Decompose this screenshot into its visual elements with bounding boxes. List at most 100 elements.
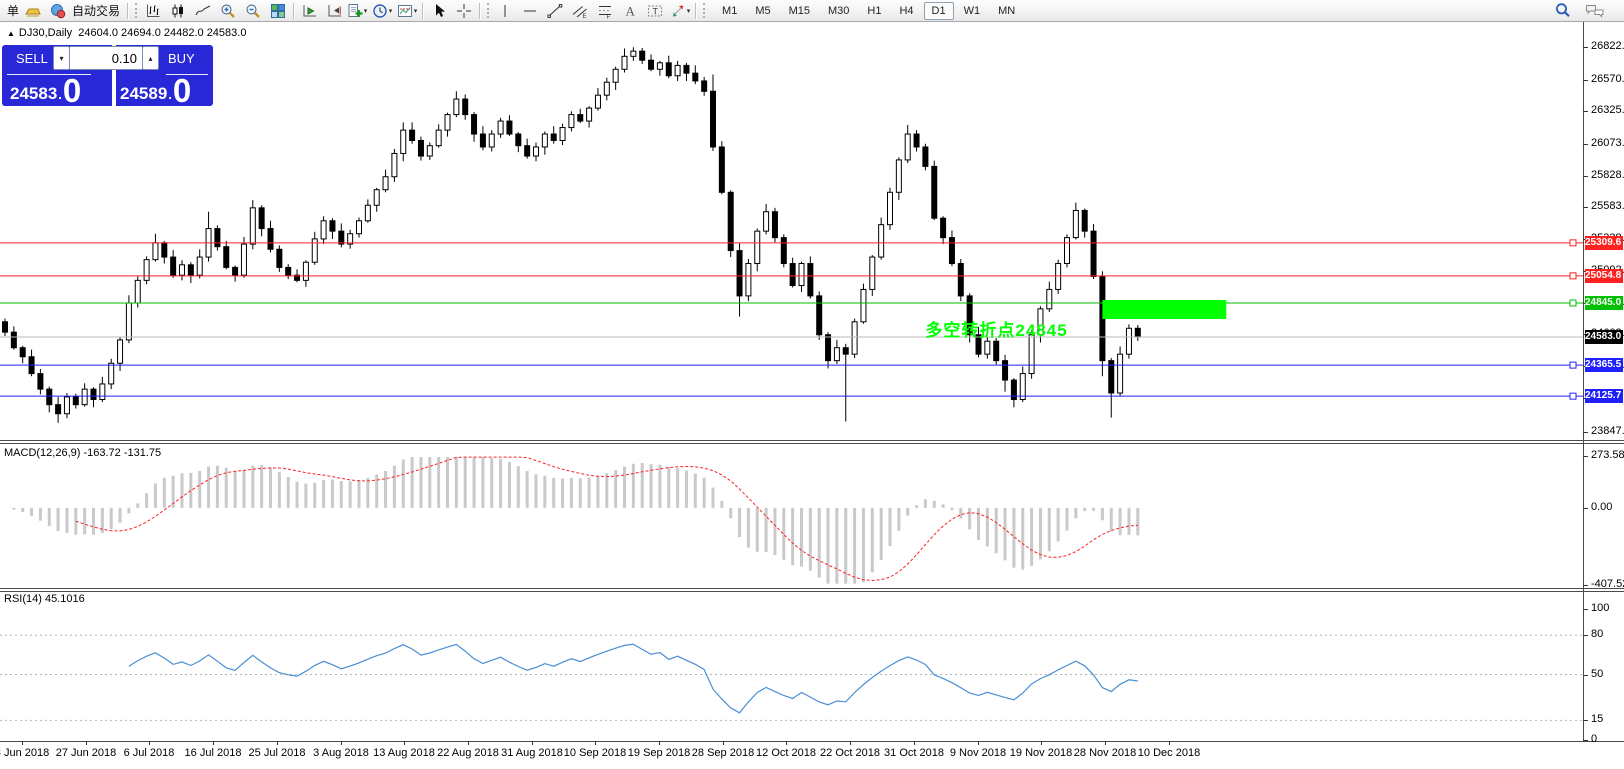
chart-canvas[interactable]: [0, 22, 1583, 741]
date-tick: [1169, 741, 1170, 745]
volume-spinner: ▾ ▴: [53, 46, 159, 70]
date-tick: [404, 741, 405, 745]
dropdown-arrow-icon[interactable]: ▾: [687, 7, 691, 15]
sell-label: SELL: [16, 51, 48, 66]
dropdown-arrow-icon[interactable]: ▾: [389, 7, 393, 15]
price-tick-label: 24602.0: [1591, 327, 1624, 339]
rsi-tick-label: 80: [1591, 628, 1603, 640]
template-icon[interactable]: ▾: [396, 1, 418, 21]
crosshair-icon[interactable]: [453, 1, 475, 21]
timeframe-button-m15[interactable]: M15: [781, 2, 818, 20]
date-label: 19 Sep 2018: [628, 747, 690, 759]
dropdown-arrow-icon[interactable]: ▾: [364, 7, 368, 15]
auto-trading-icon[interactable]: [47, 1, 69, 21]
macd-tick-label: -407.52: [1591, 578, 1624, 590]
axis-tick: [1583, 207, 1588, 208]
axis-tick: [1583, 585, 1588, 586]
toolbar-separator: [695, 3, 697, 19]
price-tick-label: 26325.0: [1591, 104, 1624, 116]
volume-input[interactable]: [70, 46, 142, 70]
axis-tick: [1583, 675, 1588, 676]
chart-shift-icon[interactable]: [324, 1, 346, 21]
timeframe-button-d1[interactable]: D1: [924, 2, 954, 20]
date-label: 8 Jun 2018: [0, 747, 49, 759]
text-icon[interactable]: A: [619, 1, 641, 21]
timeframe-button-h4[interactable]: H4: [891, 2, 921, 20]
date-tick: [659, 741, 660, 745]
tile-windows-icon[interactable]: [267, 1, 289, 21]
vline-icon[interactable]: [494, 1, 516, 21]
timeframe-button-m1[interactable]: M1: [714, 2, 745, 20]
date-label: 25 Jul 2018: [249, 747, 306, 759]
timeframe-button-h1[interactable]: H1: [859, 2, 889, 20]
cursor-icon[interactable]: [428, 1, 450, 21]
price-tick-label: 25338.0: [1591, 232, 1624, 244]
trendline-icon[interactable]: [544, 1, 566, 21]
zoom-out-icon[interactable]: [242, 1, 264, 21]
timeframe-button-mn[interactable]: MN: [990, 2, 1023, 20]
toolbar-grip: [487, 3, 490, 18]
price-tick-label: 26822.0: [1591, 40, 1624, 52]
rsi-tick-label: 100: [1591, 602, 1609, 614]
rsi-tick-label: 50: [1591, 668, 1603, 680]
line-handle: [1570, 300, 1576, 306]
search-icon[interactable]: [1552, 1, 1574, 21]
date-tick: [723, 741, 724, 745]
price-axis-line: [1583, 22, 1584, 741]
candlestick-icon[interactable]: [167, 1, 189, 21]
price-tick-label: 26570.0: [1591, 73, 1624, 85]
date-label: 9 Nov 2018: [950, 747, 1006, 759]
add-indicator-icon[interactable]: ▾: [346, 1, 368, 21]
zoom-in-icon[interactable]: [217, 1, 239, 21]
periods-icon[interactable]: ▾: [371, 1, 393, 21]
volume-decrease-button[interactable]: ▾: [53, 46, 70, 70]
line-chart-icon[interactable]: [192, 1, 214, 21]
dropdown-arrow-icon[interactable]: ▾: [414, 7, 418, 15]
axis-tick: [1583, 334, 1588, 335]
hline-icon[interactable]: [519, 1, 541, 21]
toolbar-separator: [127, 3, 129, 19]
axis-tick: [1583, 720, 1588, 721]
auto-trading-label[interactable]: 自动交易: [69, 2, 123, 19]
timeframe-button-m30[interactable]: M30: [820, 2, 857, 20]
date-label: 10 Dec 2018: [1138, 747, 1200, 759]
autoscroll-icon[interactable]: [299, 1, 321, 21]
chat-icon[interactable]: [1584, 1, 1606, 21]
axis-tick: [1583, 47, 1588, 48]
channel-icon[interactable]: E: [569, 1, 591, 21]
axis-tick: [1583, 271, 1588, 272]
volume-increase-button[interactable]: ▴: [142, 46, 159, 70]
date-tick: [978, 741, 979, 745]
date-tick: [149, 741, 150, 745]
fibo-icon[interactable]: F: [594, 1, 616, 21]
date-label: 19 Nov 2018: [1010, 747, 1072, 759]
axis-tick: [1583, 432, 1588, 433]
date-tick: [86, 741, 87, 745]
toolbar-grip: [703, 3, 706, 18]
date-tick: [1041, 741, 1042, 745]
arrows-icon[interactable]: ▾: [669, 1, 691, 21]
price-tick-label: 25828.0: [1591, 169, 1624, 181]
label-icon[interactable]: T: [644, 1, 666, 21]
date-label: 31 Oct 2018: [884, 747, 944, 759]
gold-ingot-icon[interactable]: [22, 1, 44, 21]
axis-tick: [1583, 635, 1588, 636]
axis-tick: [1583, 144, 1588, 145]
mt4-window: 单 自动交易 ▾▾▾ EFAT▾ M1M5M15M30H1H4D1W1MN ▲D…: [0, 0, 1624, 769]
timeframe-button-w1[interactable]: W1: [956, 2, 989, 20]
timeframe-button-m5[interactable]: M5: [747, 2, 778, 20]
date-tick: [341, 741, 342, 745]
highlight-rectangle: [1102, 300, 1226, 319]
order-label-partial[interactable]: 单: [4, 2, 22, 19]
price-level-tag: 24125.7: [1585, 389, 1623, 403]
price-tick-label: 24112.0: [1591, 391, 1624, 403]
date-label: 6 Jul 2018: [124, 747, 175, 759]
line-handle: [1570, 393, 1576, 399]
price-tick-label: 23847.0: [1591, 425, 1624, 437]
bar-chart-icon[interactable]: [142, 1, 164, 21]
svg-text:E: E: [583, 14, 587, 19]
date-label: 10 Sep 2018: [564, 747, 626, 759]
axis-tick: [1583, 239, 1588, 240]
buy-label: BUY: [168, 51, 195, 66]
macd-tick-label: 0.00: [1591, 501, 1612, 513]
